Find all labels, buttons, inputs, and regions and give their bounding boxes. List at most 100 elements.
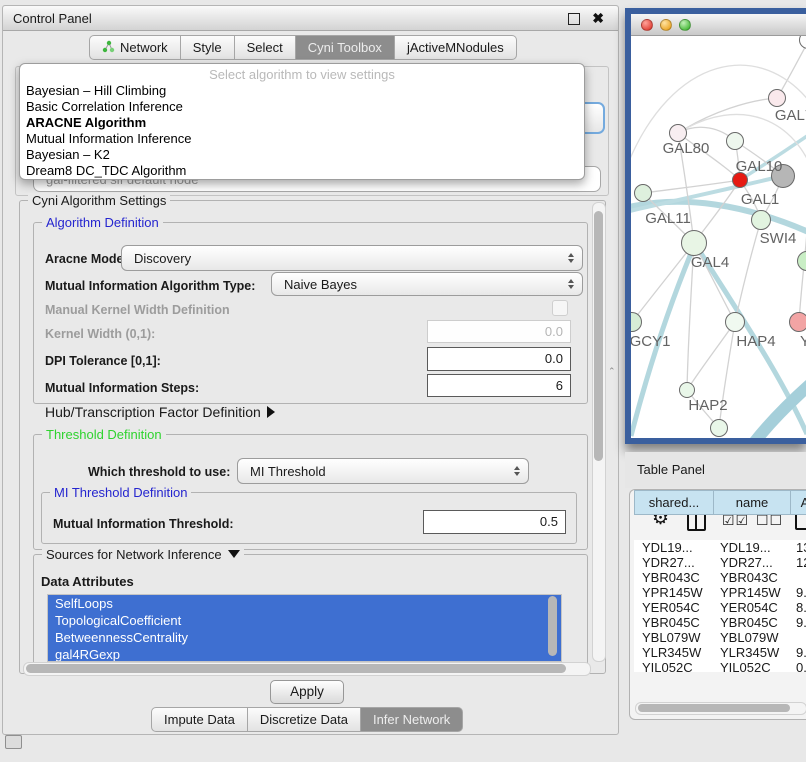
close-window-icon[interactable]: ✖ [592, 10, 604, 27]
tab-infer-network[interactable]: Infer Network [361, 707, 463, 732]
mi-algorithm-type-value: Naive Bayes [284, 277, 357, 292]
control-panel-tabs: Network Style Select Cyni Toolbox jActiv… [89, 35, 517, 60]
dpi-tolerance-label: DPI Tolerance [0,1]: [45, 354, 161, 368]
aracne-mode-combobox[interactable]: Discovery [121, 245, 583, 271]
close-traffic-light-icon[interactable] [641, 19, 653, 31]
mi-threshold-field[interactable]: 0.5 [423, 510, 566, 534]
cell-value[interactable]: 12 [794, 555, 806, 570]
kernel-width-field[interactable]: 0.0 [427, 320, 571, 343]
network-node-label: GAL11 [631, 210, 713, 227]
network-node[interactable] [710, 419, 728, 437]
column-header-name[interactable]: name [713, 490, 791, 515]
settings-horizontal-scrollbar[interactable] [23, 662, 591, 676]
table-horizontal-scrollbar-thumb[interactable] [638, 704, 790, 712]
cell-name[interactable]: YLR345W [714, 645, 794, 660]
cell-name[interactable]: YBR043C [714, 570, 794, 585]
which-threshold-combobox[interactable]: MI Threshold [237, 458, 529, 484]
network-node-label: GAL1 [715, 191, 805, 208]
cell-shared[interactable]: YDR27... [634, 555, 714, 570]
cell-name[interactable]: YPR145W [714, 585, 794, 600]
cell-shared[interactable]: YLR345W [634, 645, 714, 660]
column-header-partial[interactable]: A [790, 490, 806, 515]
cell-value[interactable]: 0. [794, 660, 806, 672]
cell-shared[interactable]: YBR043C [634, 570, 714, 585]
network-node[interactable] [768, 89, 786, 107]
tab-style[interactable]: Style [181, 35, 235, 60]
table-panel-title: Table Panel [625, 452, 806, 488]
cell-name[interactable]: YBR045C [714, 615, 794, 630]
minimized-panel-icon[interactable] [5, 735, 22, 749]
algorithm-option[interactable]: Basic Correlation Inference [20, 99, 584, 115]
network-node[interactable] [679, 382, 695, 398]
network-node[interactable] [789, 312, 806, 332]
cell-shared[interactable]: YIL052C [634, 660, 714, 672]
tab-cyni-toolbox[interactable]: Cyni Toolbox [296, 35, 395, 60]
network-canvas[interactable]: GAL7GAL80GAL10GAL1GAL11SWI4GAL4GCY1HAP4Y… [631, 36, 806, 438]
sources-group-title[interactable]: Sources for Network Inference [42, 547, 244, 562]
table-row: YER054CYER054C8. [634, 600, 806, 615]
kernel-width-label: Kernel Width (0,1): [45, 327, 155, 341]
settings-vertical-scrollbar[interactable] [592, 202, 606, 662]
mi-algorithm-type-combobox[interactable]: Naive Bayes [271, 272, 583, 296]
attributes-list-scrollbar[interactable] [548, 596, 557, 656]
control-panel-title: Control Panel [3, 6, 618, 31]
dpi-tolerance-field[interactable]: 0.0 [427, 347, 571, 371]
tab-impute-data[interactable]: Impute Data [151, 707, 248, 732]
attribute-item[interactable]: TopologicalCoefficient [48, 612, 561, 629]
mi-steps-field[interactable]: 6 [427, 374, 571, 397]
settings-horizontal-scrollbar-thumb[interactable] [26, 664, 566, 673]
cell-name[interactable]: YBL079W [714, 630, 794, 645]
cell-shared[interactable]: YPR145W [634, 585, 714, 600]
combobox-arrows-icon [568, 253, 574, 263]
table-row: YLR345WYLR345W9. [634, 645, 806, 660]
combobox-arrows-icon [514, 466, 520, 476]
attribute-item[interactable]: gal4RGexp [48, 646, 561, 662]
table-horizontal-scrollbar[interactable] [635, 702, 806, 715]
network-node[interactable] [681, 230, 707, 256]
cell-shared[interactable]: YBR045C [634, 615, 714, 630]
tab-jactivemnodules[interactable]: jActiveMNodules [395, 35, 517, 60]
cell-name[interactable]: YER054C [714, 600, 794, 615]
apply-button[interactable]: Apply [270, 680, 344, 704]
attribute-item[interactable]: BetweennessCentrality [48, 629, 561, 646]
float-window-icon[interactable] [568, 13, 580, 25]
cell-value[interactable]: 13 [794, 540, 806, 555]
cell-name[interactable]: YDL19... [714, 540, 794, 555]
cell-name[interactable]: YDR27... [714, 555, 794, 570]
minimize-traffic-light-icon[interactable] [660, 19, 672, 31]
splitter-grip[interactable]: ⌃ [608, 366, 616, 377]
network-node[interactable] [634, 184, 652, 202]
cell-value[interactable]: 9. [794, 645, 806, 660]
zoom-traffic-light-icon[interactable] [679, 19, 691, 31]
network-node-label: GAL4 [665, 254, 755, 271]
algorithm-option[interactable]: Mutual Information Inference [20, 131, 584, 147]
network-node[interactable] [725, 312, 745, 332]
cell-value[interactable]: 8. [794, 600, 806, 615]
cell-value[interactable]: 9. [794, 585, 806, 600]
manual-kernel-width-checkbox[interactable] [552, 300, 568, 316]
cell-shared[interactable]: YDL19... [634, 540, 714, 555]
hub-definition-expander[interactable]: Hub/Transcription Factor Definition [45, 404, 275, 420]
bottom-tabs: Impute Data Discretize Data Infer Networ… [151, 707, 463, 732]
cell-shared[interactable]: YBL079W [634, 630, 714, 645]
tab-discretize-data[interactable]: Discretize Data [248, 707, 361, 732]
algorithm-option-selected[interactable]: ARACNE Algorithm [20, 115, 584, 131]
cell-value[interactable] [794, 570, 806, 585]
cell-name[interactable]: YIL052C [714, 660, 794, 672]
tab-network[interactable]: Network [89, 35, 181, 60]
network-window-titlebar[interactable] [631, 14, 806, 36]
cell-value[interactable]: 9. [794, 615, 806, 630]
cell-shared[interactable]: YER054C [634, 600, 714, 615]
network-node[interactable] [751, 210, 771, 230]
tab-select[interactable]: Select [235, 35, 296, 60]
cell-value[interactable] [794, 630, 806, 645]
column-header-shared[interactable]: shared... [634, 490, 714, 515]
settings-vertical-scrollbar-thumb[interactable] [594, 211, 603, 461]
algorithm-definition-title: Algorithm Definition [42, 215, 163, 230]
attribute-item[interactable]: SelfLoops [48, 595, 561, 612]
algorithm-option[interactable]: Bayesian – K2 [20, 147, 584, 163]
table-row: YBR043CYBR043C [634, 570, 806, 585]
algorithm-option[interactable]: Bayesian – Hill Climbing [20, 83, 584, 99]
algorithm-option[interactable]: Dream8 DC_TDC Algorithm [20, 163, 584, 179]
expand-right-icon [267, 406, 275, 418]
